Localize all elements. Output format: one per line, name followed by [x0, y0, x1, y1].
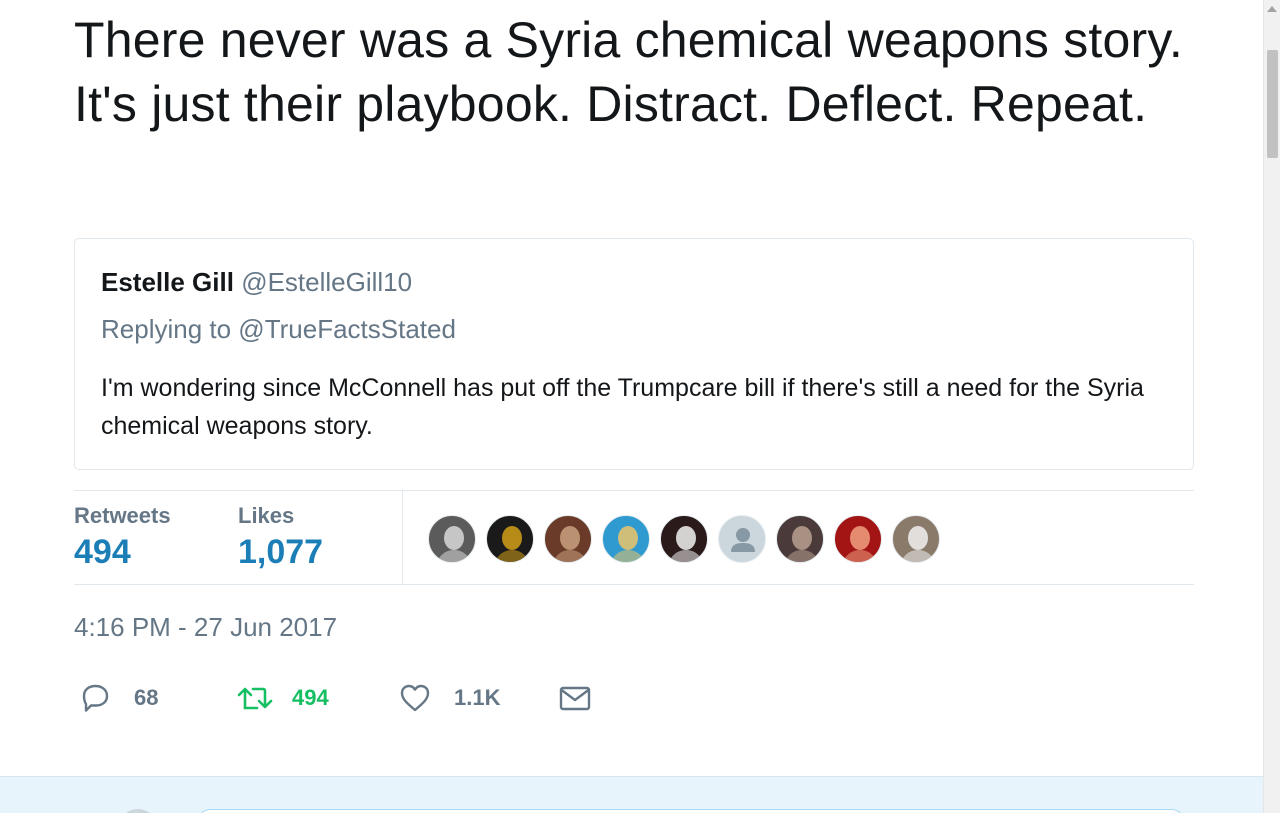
tweet-stats: Retweets 494 Likes 1,077: [74, 490, 1194, 585]
liker-avatar[interactable]: [602, 515, 650, 563]
tweet-text: There never was a Syria chemical weapons…: [74, 12, 1183, 132]
tweet-timestamp[interactable]: 4:16 PM - 27 Jun 2017: [74, 612, 337, 643]
quoted-tweet-header: Estelle Gill @EstelleGill10: [101, 267, 412, 298]
likes-stat[interactable]: Likes 1,077: [238, 503, 323, 572]
profile-photo-icon: [437, 526, 471, 562]
profile-photo-icon: [843, 526, 877, 562]
current-user-avatar: [118, 809, 158, 813]
envelope-icon: [558, 681, 592, 715]
retweets-stat[interactable]: Retweets 494: [74, 503, 171, 572]
profile-photo-icon: [611, 526, 645, 562]
liker-avatar[interactable]: [718, 515, 766, 563]
profile-photo-icon: [901, 526, 935, 562]
quoted-tweet-author-handle[interactable]: @EstelleGill10: [241, 267, 412, 297]
liker-avatar[interactable]: [776, 515, 824, 563]
retweet-button[interactable]: 494: [236, 672, 329, 724]
like-button[interactable]: 1.1K: [398, 672, 500, 724]
heart-icon: [398, 681, 432, 715]
tweet-permalink-page: There never was a Syria chemical weapons…: [0, 0, 1263, 813]
page-scrollbar[interactable]: [1263, 0, 1280, 813]
quoted-tweet[interactable]: Estelle Gill @EstelleGill10 Replying to …: [74, 238, 1194, 470]
quoted-tweet-author-name[interactable]: Estelle Gill: [101, 267, 234, 297]
retweet-count: 494: [292, 685, 329, 710]
like-count: 1.1K: [454, 685, 501, 710]
liker-avatar[interactable]: [660, 515, 708, 563]
profile-photo-icon: [669, 526, 703, 562]
default-avatar-icon: [731, 528, 755, 552]
profile-photo-icon: [785, 526, 819, 562]
reply-input[interactable]: [196, 809, 1186, 813]
quoted-tweet-text: I'm wondering since McConnell has put of…: [101, 374, 1144, 440]
liker-avatar[interactable]: [834, 515, 882, 563]
reply-composer-band: [0, 776, 1263, 813]
direct-message-button[interactable]: [558, 672, 592, 724]
retweets-label: Retweets: [74, 503, 171, 528]
reply-count: 68: [134, 685, 159, 710]
stats-divider: [402, 491, 403, 585]
profile-photo-icon: [553, 526, 587, 562]
liker-avatar[interactable]: [544, 515, 592, 563]
scroll-up-arrow-icon[interactable]: [1267, 6, 1277, 12]
reply-button[interactable]: 68: [78, 672, 158, 724]
likes-count: 1,077: [238, 533, 324, 571]
likes-label: Likes: [238, 503, 295, 528]
liker-avatar[interactable]: [892, 515, 940, 563]
retweets-count: 494: [74, 533, 131, 571]
reply-icon: [78, 681, 112, 715]
quoted-tweet-replying-to: Replying to @TrueFactsStated: [101, 314, 456, 344]
retweet-icon: [236, 681, 274, 715]
profile-photo-icon: [495, 526, 529, 562]
liker-avatar[interactable]: [486, 515, 534, 563]
scrollbar-thumb[interactable]: [1267, 50, 1278, 158]
liker-avatar[interactable]: [428, 515, 476, 563]
